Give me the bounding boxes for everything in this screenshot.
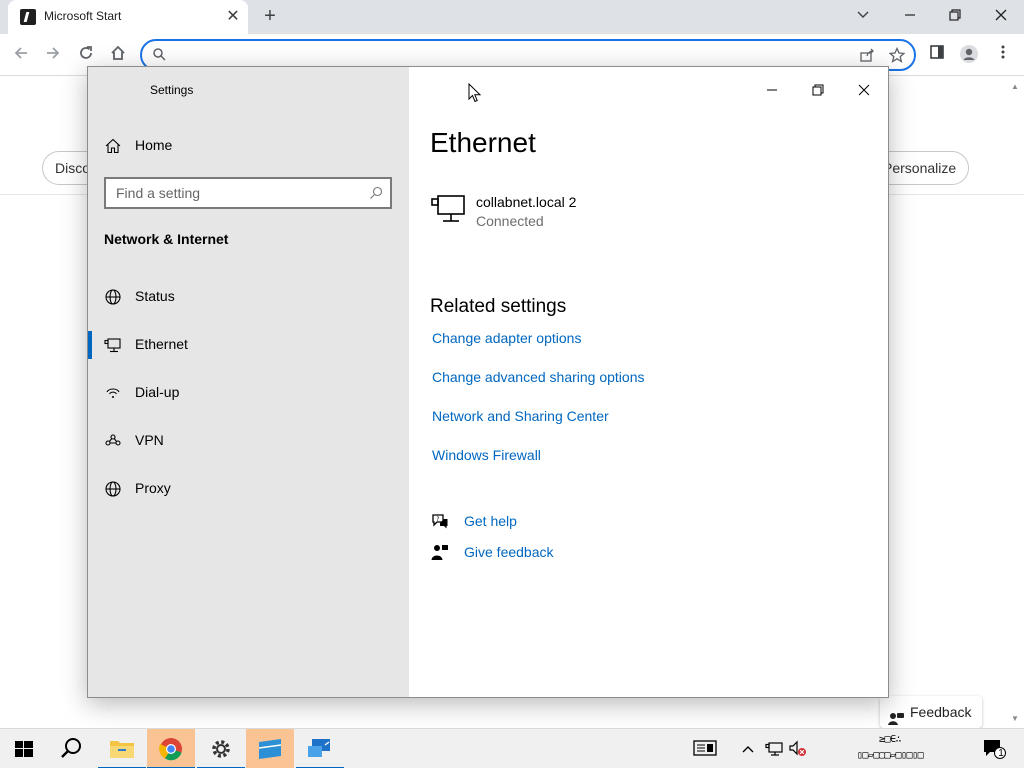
- change-adapter-options-link[interactable]: Change adapter options: [432, 330, 581, 346]
- ethernet-icon: [104, 336, 122, 354]
- sidebar-item-label: Home: [135, 137, 173, 153]
- network-name[interactable]: collabnet.local 2: [476, 194, 576, 210]
- sidebar-item-home[interactable]: Home: [88, 131, 409, 161]
- feedback-person-icon: [888, 705, 904, 725]
- ethernet-connection-icon[interactable]: [431, 194, 467, 224]
- browser-minimize-icon[interactable]: [899, 6, 921, 28]
- selected-indicator: [88, 331, 92, 359]
- taskbar-search-icon[interactable]: [48, 729, 96, 768]
- clock-date: ▯□▱□▢□▱□▯□▯□: [856, 750, 924, 761]
- feedback-icon: [431, 543, 449, 561]
- page-title: Ethernet: [430, 127, 536, 158]
- sidebar-item-status[interactable]: Status: [88, 279, 409, 315]
- change-advanced-sharing-link[interactable]: Change advanced sharing options: [432, 369, 645, 385]
- new-tab-button[interactable]: +: [258, 5, 282, 29]
- globe-icon: [104, 480, 122, 498]
- get-help-link[interactable]: ? Get help: [431, 511, 631, 533]
- settings-content: Ethernet collabnet.local 2 Connected Rel…: [409, 67, 888, 697]
- browser-tab-strip: Microsoft Start ✕ +: [0, 0, 1024, 34]
- find-setting-input[interactable]: Find a setting: [104, 177, 392, 209]
- sidebar-item-label: VPN: [135, 432, 164, 448]
- tab-title: Microsoft Start: [44, 9, 122, 23]
- tab-close-icon[interactable]: ✕: [224, 8, 242, 26]
- feedback-button[interactable]: Feedback: [880, 696, 982, 728]
- sidebar-item-dial-up[interactable]: Dial-up: [88, 375, 409, 411]
- settings-gear-icon[interactable]: [197, 729, 245, 768]
- give-feedback-label: Give feedback: [464, 544, 554, 560]
- file-explorer-icon[interactable]: [98, 729, 146, 768]
- dialup-icon: [104, 384, 122, 402]
- network-status: Connected: [476, 213, 544, 229]
- sidebar-item-vpn[interactable]: VPN: [88, 423, 409, 459]
- news-widget-icon[interactable]: [693, 738, 717, 758]
- system-clock[interactable]: ≥□∈∴ ▯□▱□▢□▱□▯□▯□: [820, 732, 960, 766]
- feedback-label: Feedback: [910, 704, 972, 720]
- network-tray-icon[interactable]: [764, 739, 784, 759]
- volume-muted-icon[interactable]: [788, 739, 808, 759]
- close-icon[interactable]: [841, 75, 887, 105]
- tab-search-icon[interactable]: [852, 6, 874, 28]
- side-panel-icon[interactable]: [926, 44, 948, 66]
- browser-close-icon[interactable]: [990, 6, 1012, 28]
- start-button-windows-icon[interactable]: [0, 729, 48, 768]
- svg-text:?: ?: [436, 516, 439, 523]
- clock-time: ≥□∈∴: [878, 734, 902, 745]
- minimize-icon[interactable]: [749, 75, 795, 105]
- scroll-up-arrow-icon[interactable]: ▲: [1010, 82, 1020, 92]
- notification-count-badge: 1: [998, 748, 1004, 759]
- restore-icon[interactable]: [795, 75, 841, 105]
- browser-restore-icon[interactable]: [944, 6, 966, 28]
- browser-menu-icon[interactable]: [992, 44, 1014, 66]
- sidebar-item-label: Ethernet: [135, 336, 188, 352]
- windows-taskbar: ≥□∈∴ ▯□▱□▢□▱□▯□▯□ 1: [0, 728, 1024, 768]
- windows-firewall-link[interactable]: Windows Firewall: [432, 447, 541, 463]
- vpn-icon: [104, 432, 122, 450]
- sidebar-item-label: Status: [135, 288, 175, 304]
- forward-icon[interactable]: [42, 44, 64, 66]
- share-icon[interactable]: [858, 47, 876, 65]
- sidebar-item-label: Proxy: [135, 480, 171, 496]
- search-icon: [150, 47, 168, 65]
- settings-sidebar: Settings Home Find a setting Network & I…: [88, 67, 409, 697]
- get-help-label: Get help: [464, 513, 517, 529]
- search-icon: [368, 185, 384, 201]
- globe-icon: [104, 288, 122, 306]
- profile-avatar-icon[interactable]: [958, 44, 980, 66]
- help-chat-icon: ?: [431, 512, 449, 530]
- app-window-icon[interactable]: [246, 729, 294, 768]
- home-icon[interactable]: [107, 44, 129, 66]
- show-hidden-icons-chevron-icon[interactable]: [740, 739, 756, 759]
- home-icon: [104, 137, 122, 155]
- network-sharing-center-link[interactable]: Network and Sharing Center: [432, 408, 609, 424]
- back-icon[interactable]: [10, 44, 32, 66]
- related-settings-heading: Related settings: [430, 296, 567, 317]
- browser-tab[interactable]: Microsoft Start ✕: [8, 0, 248, 34]
- chrome-icon[interactable]: [147, 729, 195, 768]
- sidebar-item-ethernet[interactable]: Ethernet: [88, 327, 409, 363]
- search-placeholder: Find a setting: [116, 185, 201, 201]
- reload-icon[interactable]: [75, 44, 97, 66]
- sidebar-item-proxy[interactable]: Proxy: [88, 471, 409, 507]
- bookmark-star-icon[interactable]: [888, 46, 906, 65]
- sidebar-item-label: Dial-up: [135, 384, 180, 400]
- mouse-cursor-icon: [468, 83, 482, 103]
- window-title: Settings: [150, 83, 194, 97]
- microsoft-start-favicon-icon: [20, 9, 36, 25]
- scroll-down-arrow-icon[interactable]: ▼: [1010, 714, 1020, 724]
- remote-desktop-icon[interactable]: [296, 729, 344, 768]
- section-heading: Network & Internet: [104, 231, 229, 247]
- give-feedback-link[interactable]: Give feedback: [431, 542, 631, 564]
- settings-window: Settings Home Find a setting Network & I…: [87, 66, 889, 698]
